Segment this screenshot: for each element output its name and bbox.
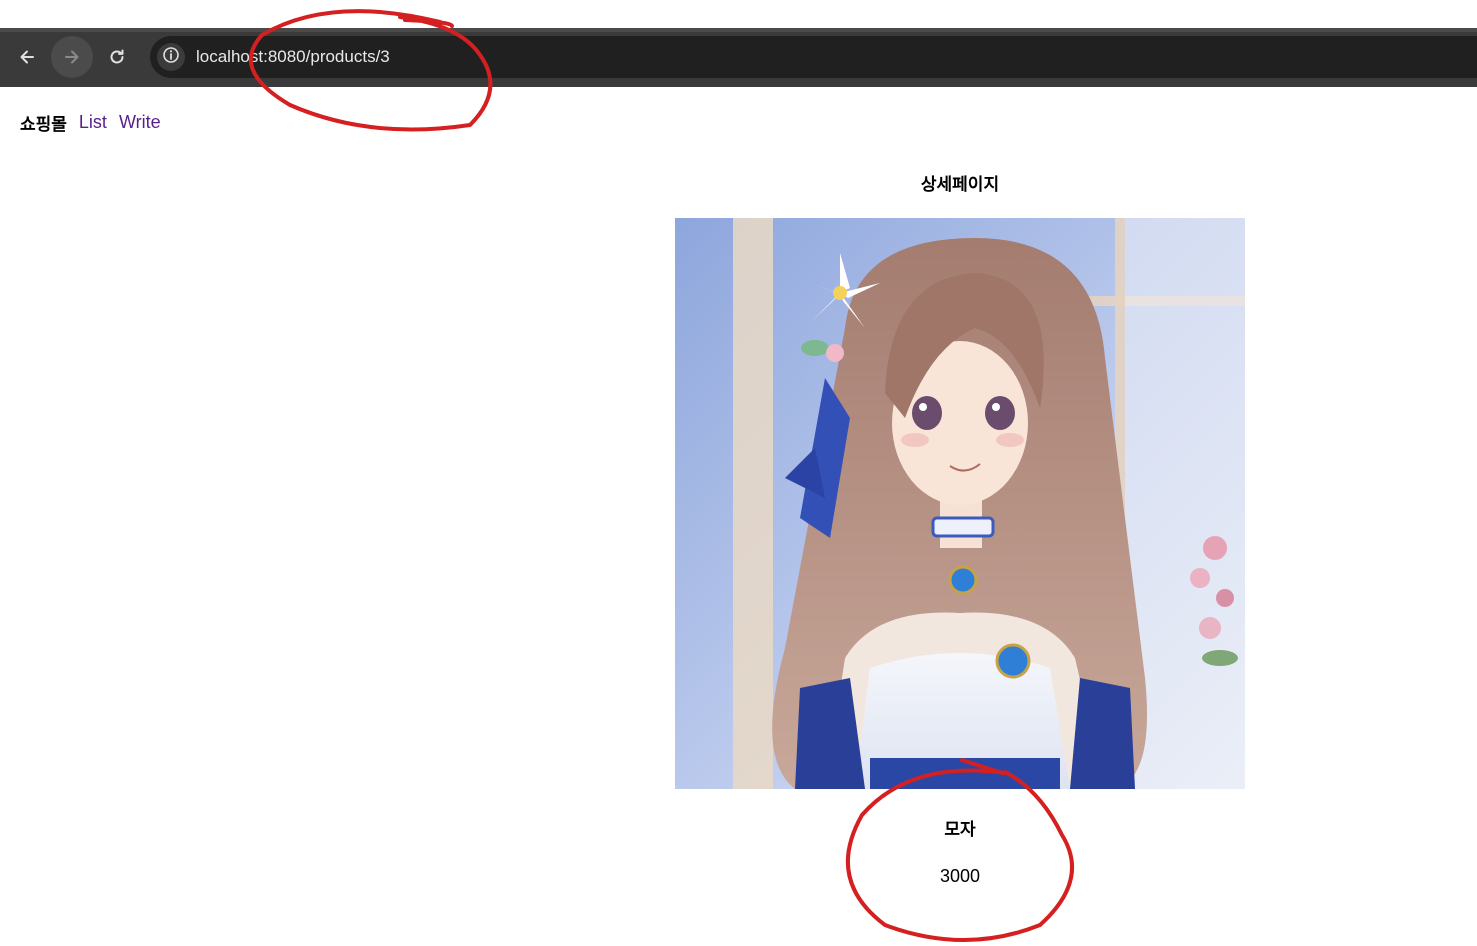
product-price: 3000: [939, 866, 981, 886]
reload-icon: [107, 47, 127, 67]
forward-button[interactable]: [51, 36, 93, 78]
product-image: [675, 218, 1245, 789]
reload-button[interactable]: [96, 36, 138, 78]
arrow-right-icon: [62, 47, 82, 67]
page-title: 상세페이지: [920, 175, 1000, 195]
back-button[interactable]: [6, 36, 48, 78]
page-nav: 쇼핑몰 List Write: [20, 110, 161, 135]
nav-link-list[interactable]: List: [79, 112, 107, 133]
info-icon: [162, 46, 180, 68]
url-text[interactable]: localhost:8080/products/3: [196, 46, 390, 68]
nav-link-write[interactable]: Write: [119, 112, 161, 133]
site-info-button[interactable]: [157, 43, 185, 71]
product-name: 모자: [944, 820, 976, 840]
arrow-left-icon: [17, 47, 37, 67]
brand-logo[interactable]: 쇼핑몰: [20, 110, 67, 135]
window-top: [0, 0, 1477, 28]
toolbar-strip: [0, 28, 1477, 32]
